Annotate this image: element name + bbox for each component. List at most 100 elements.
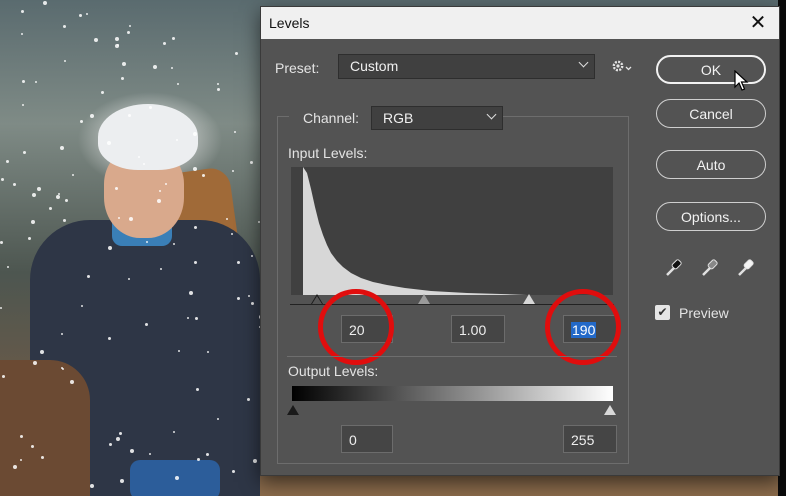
snowflake (41, 456, 44, 459)
snowflake (235, 52, 238, 55)
snowflake (120, 479, 124, 483)
snowflake (64, 60, 66, 62)
snowflake (87, 275, 90, 278)
snowflake (90, 114, 94, 118)
snowflake (193, 132, 197, 136)
output-white-slider[interactable] (604, 405, 616, 415)
channel-value: RGB (383, 110, 414, 126)
close-button[interactable]: ✕ (744, 10, 772, 36)
snowflake (194, 261, 197, 264)
preview-label: Preview (679, 305, 729, 321)
snowflake (108, 337, 111, 340)
cancel-button[interactable]: Cancel (656, 99, 766, 128)
snowflake (187, 317, 189, 319)
snowflake (56, 195, 60, 199)
snowflake (173, 431, 175, 433)
preset-select[interactable]: Custom (338, 54, 595, 79)
snowflake (149, 106, 152, 109)
snowflake (253, 459, 257, 463)
snowflake (189, 291, 193, 295)
snowflake (6, 160, 9, 163)
snowflake (108, 246, 112, 250)
preset-value: Custom (350, 58, 399, 74)
snowflake (143, 163, 145, 165)
preview-checkbox[interactable]: ✔ (655, 305, 670, 320)
gray-eyedropper-icon[interactable] (699, 257, 721, 279)
gear-icon[interactable] (611, 58, 633, 79)
preset-label: Preset: (275, 60, 320, 76)
snowflake (173, 243, 175, 245)
snowflake (70, 380, 74, 384)
snowflake (115, 44, 119, 48)
input-gamma-field[interactable]: 1.00 (451, 315, 505, 343)
snowflake (232, 470, 235, 473)
snowflake (157, 199, 161, 203)
snowflake (127, 31, 130, 34)
title-bar[interactable]: Levels ✕ (261, 7, 779, 39)
snowflake (49, 207, 52, 210)
snowflake (61, 367, 63, 369)
snowflake (159, 190, 161, 192)
snowflake (0, 241, 3, 244)
snowflake (231, 233, 233, 235)
snowflake (109, 443, 112, 446)
snowflake (115, 187, 118, 190)
snowflake (86, 13, 88, 15)
snowflake (61, 333, 63, 335)
mouse-cursor-icon (734, 69, 750, 97)
snowflake (116, 437, 120, 441)
chevron-down-icon (486, 109, 497, 120)
snowflake (247, 398, 250, 401)
options-button[interactable]: Options... (656, 202, 766, 231)
auto-button[interactable]: Auto (656, 150, 766, 179)
snowflake (101, 91, 104, 94)
knit-hat (98, 104, 198, 170)
highlight-circle-white (545, 289, 621, 365)
input-gamma-slider[interactable] (418, 294, 430, 304)
snowflake (145, 323, 148, 326)
snowflake (146, 241, 148, 243)
snowflake (178, 350, 180, 352)
snowflake (60, 146, 64, 150)
white-eyedropper-icon[interactable] (735, 257, 757, 279)
snowflake (251, 302, 254, 305)
black-eyedropper-icon[interactable] (663, 257, 685, 279)
input-white-slider[interactable] (523, 294, 535, 304)
dialog-title: Levels (269, 15, 310, 31)
snowflake (21, 33, 23, 35)
divider (287, 356, 617, 357)
snowflake (63, 25, 66, 28)
snowflake (107, 141, 111, 145)
snowflake (20, 435, 23, 438)
snowflake (28, 237, 31, 240)
snowflake (129, 217, 133, 221)
snowflake (2, 375, 5, 378)
snowflake (195, 317, 198, 320)
snowflake (79, 14, 82, 17)
snowflake (193, 167, 197, 171)
output-white-field[interactable]: 255 (563, 425, 617, 453)
snowflake (20, 459, 22, 461)
snowflake (128, 278, 130, 280)
snowflake (118, 217, 120, 219)
snowflake (63, 219, 66, 222)
snowflake (22, 104, 24, 106)
output-black-field[interactable]: 0 (341, 425, 393, 453)
snowflake (58, 193, 60, 195)
snowflake (94, 38, 98, 42)
snowflake (149, 453, 151, 455)
snowflake (31, 220, 35, 224)
snowflake (171, 67, 173, 69)
snowflake (207, 351, 209, 353)
levels-dialog: Levels ✕ Preset: Custom Channel: RGB Inp… (260, 6, 780, 476)
channel-select[interactable]: RGB (371, 106, 503, 130)
snowflake (32, 193, 36, 197)
snowflake (31, 445, 34, 448)
snowflake (40, 350, 44, 354)
snowflake (176, 139, 178, 141)
snowflake (33, 361, 37, 365)
snowflake (90, 484, 94, 488)
output-black-slider[interactable] (287, 405, 299, 415)
channel-label: Channel: (303, 110, 360, 126)
input-levels-label: Input Levels: (288, 145, 368, 161)
